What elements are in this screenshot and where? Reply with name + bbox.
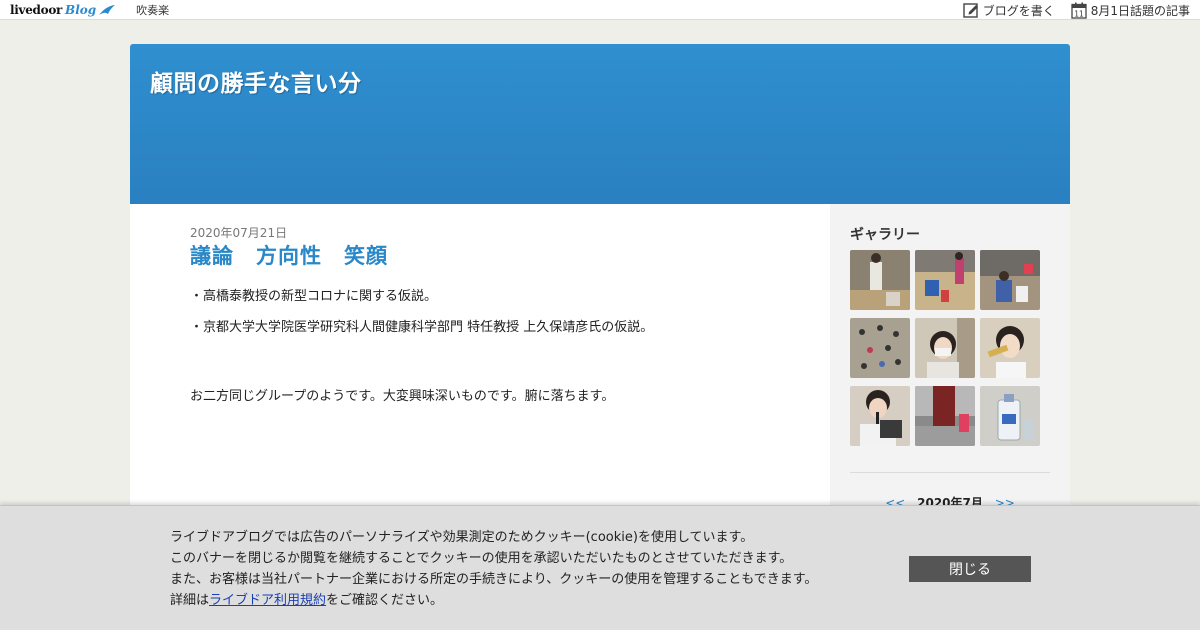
gallery-thumbnail[interactable]	[850, 386, 910, 446]
topic-articles-label: 8月1日話題の記事	[1090, 3, 1190, 18]
top-bar: livedoor Blog 吹奏楽 ブログを書く 11 8月1日話題の記事	[0, 0, 1200, 20]
gallery-thumbnail[interactable]	[915, 386, 975, 446]
livedoor-blog-logo[interactable]: livedoor Blog	[10, 0, 116, 20]
blog-header: 顧問の勝手な言い分	[130, 44, 1070, 204]
gallery-thumbnail[interactable]	[850, 318, 910, 378]
gallery-thumbnail[interactable]	[850, 250, 910, 310]
post-title[interactable]: 議論 方向性 笑顔	[190, 240, 388, 270]
gallery-title: ギャラリー	[850, 227, 920, 243]
cookie-banner: ライブドアブログでは広告のパーソナライズや効果測定のためクッキー(cookie)…	[0, 505, 1200, 630]
calendar-icon: 11	[1071, 2, 1087, 19]
cookie-line: ライブドアブログでは広告のパーソナライズや効果測定のためクッキー(cookie)…	[170, 530, 754, 545]
bird-swoosh-icon	[99, 4, 116, 15]
blog-title[interactable]: 顧問の勝手な言い分	[150, 64, 362, 98]
gallery-grid	[850, 250, 1040, 446]
gallery-thumbnail[interactable]	[915, 250, 975, 310]
category-label[interactable]: 吹奏楽	[136, 2, 169, 18]
gallery-thumbnail[interactable]	[980, 386, 1040, 446]
gallery-thumbnail[interactable]	[980, 318, 1040, 378]
post-date: 2020年07月21日	[190, 226, 288, 240]
logo-blog-text: Blog	[65, 2, 97, 17]
write-blog-link[interactable]: ブログを書く	[963, 2, 1055, 19]
cookie-line: 詳細はライブドア利用規約をご確認ください。	[170, 590, 817, 611]
cookie-detail-prefix: 詳細は	[170, 593, 210, 608]
gallery-thumbnail[interactable]	[915, 318, 975, 378]
post-spacer	[190, 350, 790, 388]
terms-link[interactable]: ライブドア利用規約	[209, 593, 326, 608]
gallery-thumbnail[interactable]	[980, 250, 1040, 310]
logo-livedoor-text: livedoor	[10, 2, 63, 17]
post-paragraph: お二方同じグループのようです。大変興味深いものです。腑に落ちます。	[190, 389, 615, 404]
post-paragraph: ・高橋泰教授の新型コロナに関する仮説。	[190, 289, 438, 304]
cookie-close-button[interactable]: 閉じる	[909, 556, 1031, 582]
cookie-line: このバナーを閉じるか閲覧を継続することでクッキーの使用を承認いただいたものとさせ…	[170, 551, 793, 566]
write-blog-label: ブログを書く	[982, 3, 1055, 18]
post-body: ・高橋泰教授の新型コロナに関する仮説。 ・京都大学大学院医学研究科人間健康科学部…	[190, 288, 790, 419]
cookie-text: ライブドアブログでは広告のパーソナライズや効果測定のためクッキー(cookie)…	[170, 527, 817, 611]
cookie-line: また、お客様は当社パートナー企業における所定の手続きにより、クッキーの使用を管理…	[170, 572, 818, 587]
topic-articles-link[interactable]: 11 8月1日話題の記事	[1071, 2, 1190, 19]
cookie-detail-suffix: をご確認ください。	[326, 593, 444, 608]
sidebar-divider	[850, 472, 1050, 473]
post-paragraph: ・京都大学大学院医学研究科人間健康科学部門 特任教授 上久保靖彦氏の仮説。	[190, 320, 654, 335]
calendar-icon-day: 11	[1074, 9, 1084, 18]
pencil-note-icon	[963, 3, 978, 18]
